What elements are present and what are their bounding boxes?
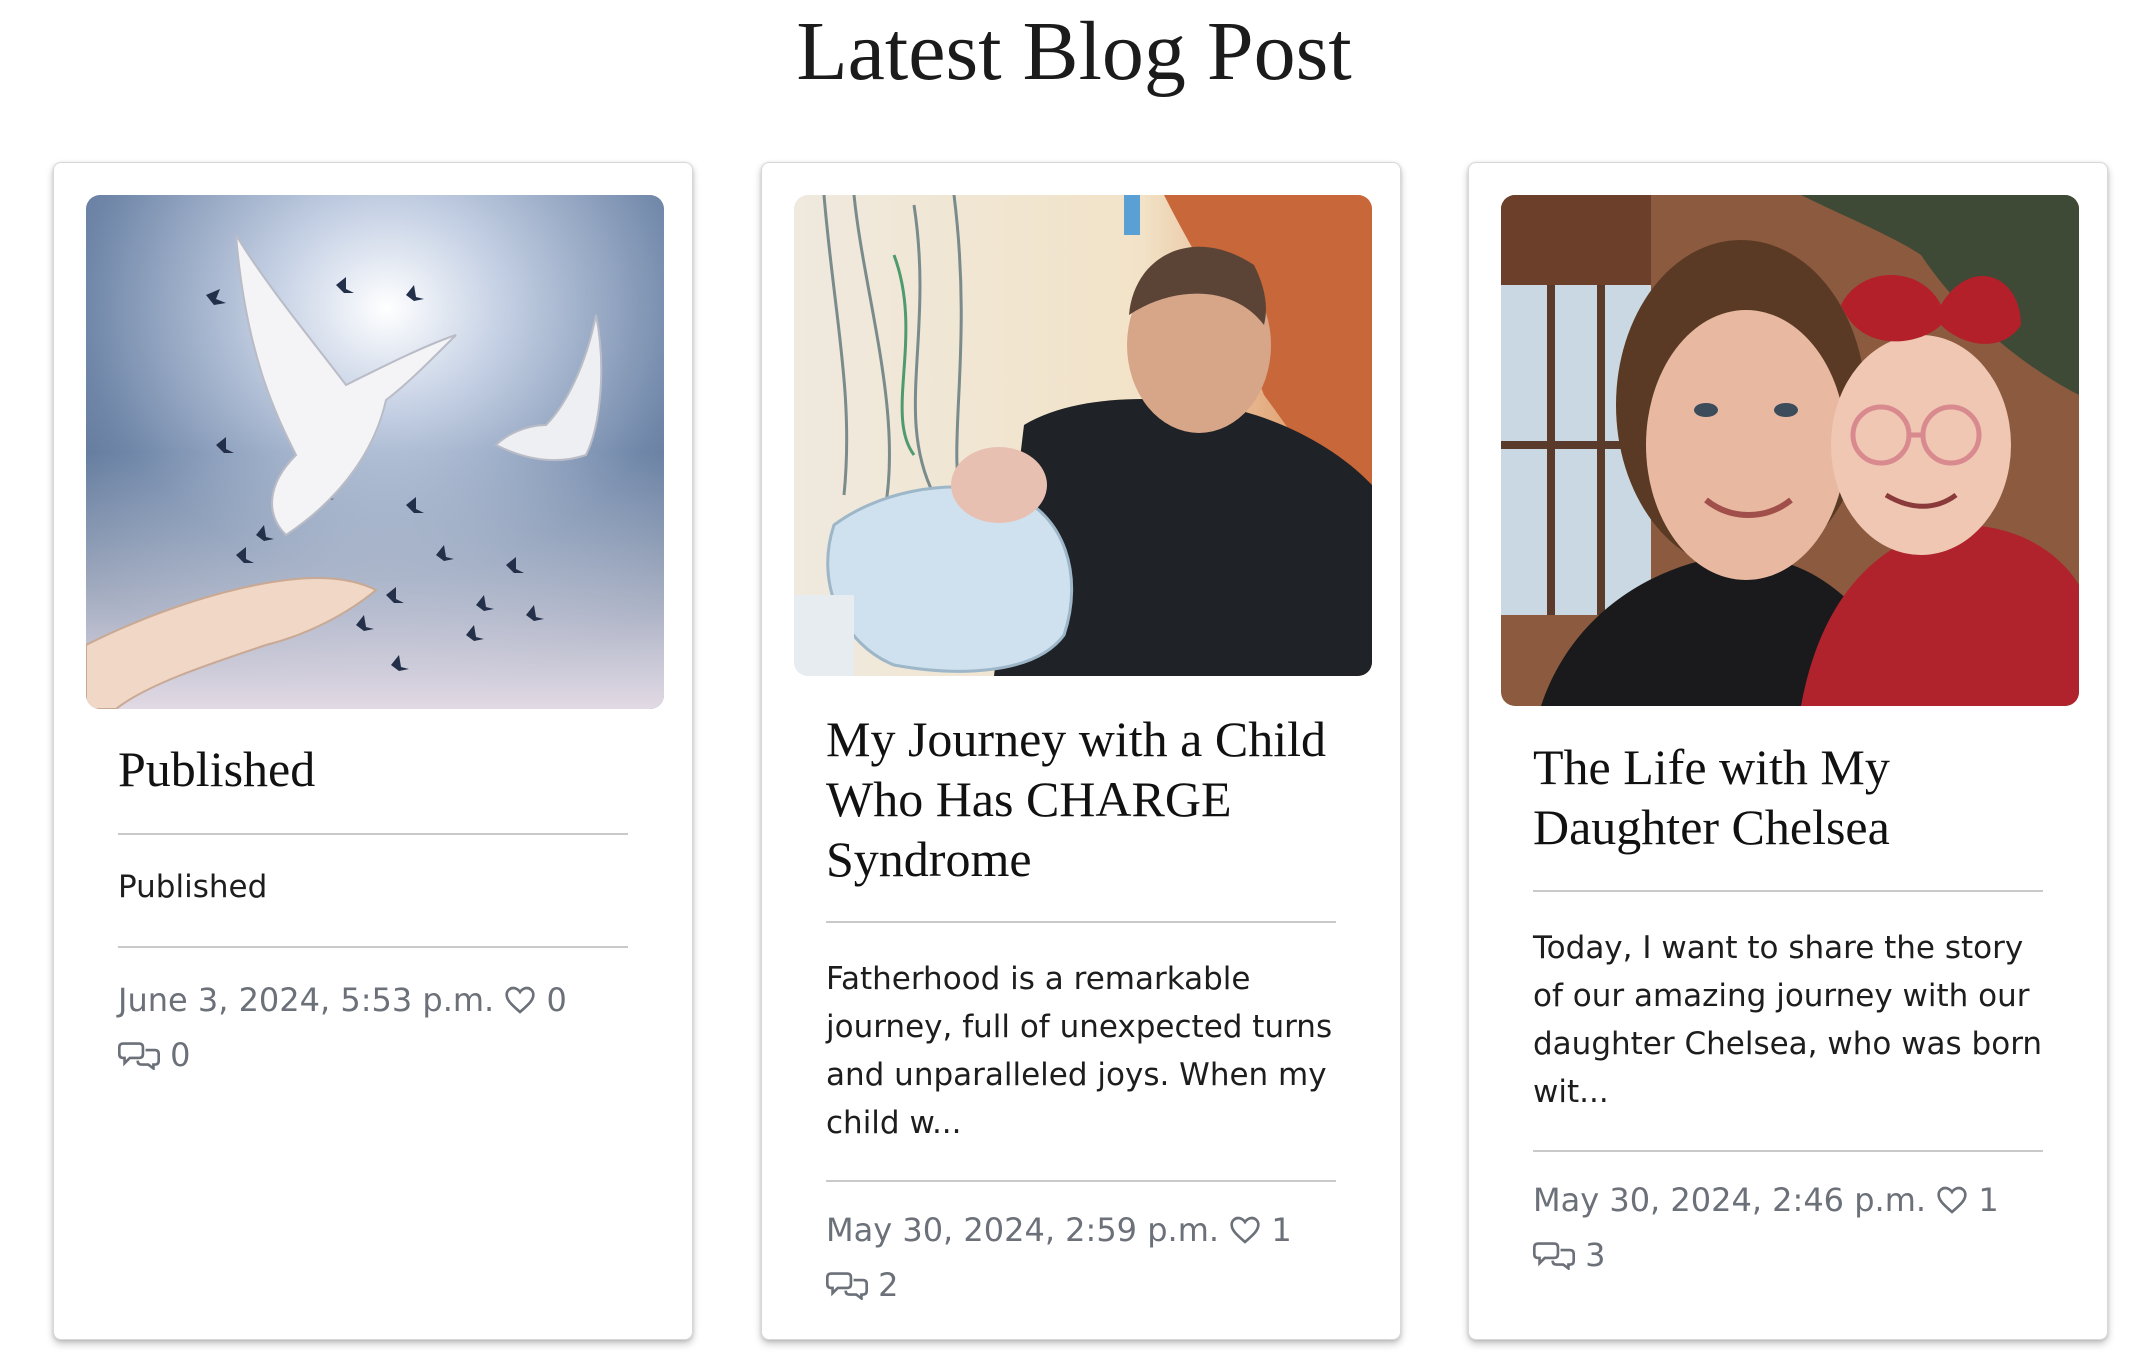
post-excerpt: Today, I want to share the story of our …	[1533, 930, 2043, 1110]
comment-count: 3	[1585, 1236, 1606, 1274]
post-title[interactable]: Published	[118, 739, 638, 799]
doves-photo	[86, 195, 664, 709]
comment-count: 2	[878, 1266, 899, 1304]
post-image[interactable]	[86, 195, 664, 709]
post-image[interactable]	[794, 195, 1372, 676]
heart-icon[interactable]	[1936, 1185, 1968, 1215]
mother-daughter-photo	[1501, 195, 2079, 706]
like-count: 0	[546, 981, 567, 1019]
divider	[826, 921, 1336, 923]
post-date: May 30, 2024, 2:59 p.m.	[826, 1211, 1220, 1249]
post-meta: June 3, 2024, 5:53 p.m. 0 0	[118, 973, 658, 1083]
heart-icon[interactable]	[504, 985, 536, 1015]
page-title: Latest Blog Post	[796, 5, 1352, 98]
post-excerpt: Published	[118, 869, 268, 905]
comment-icon[interactable]	[826, 1268, 868, 1300]
comment-icon[interactable]	[1533, 1238, 1575, 1270]
blog-post-card[interactable]: The Life with My Daughter Chelsea Today,…	[1468, 162, 2108, 1340]
comment-count: 0	[170, 1036, 191, 1074]
blog-post-card[interactable]: Published Published June 3, 2024, 5:53 p…	[53, 162, 693, 1340]
divider	[118, 946, 628, 948]
post-title[interactable]: The Life with My Daughter Chelsea	[1533, 737, 2053, 857]
blog-post-card[interactable]: My Journey with a Child Who Has CHARGE S…	[761, 162, 1401, 1340]
divider	[118, 833, 628, 835]
post-date: May 30, 2024, 2:46 p.m.	[1533, 1181, 1927, 1219]
father-baby-photo	[794, 195, 1372, 676]
divider	[1533, 890, 2043, 892]
post-meta: May 30, 2024, 2:59 p.m. 1 2	[826, 1203, 1366, 1313]
like-count: 1	[1271, 1211, 1292, 1249]
comment-icon[interactable]	[118, 1038, 160, 1070]
like-count: 1	[1978, 1181, 1999, 1219]
divider	[1533, 1150, 2043, 1152]
heart-icon[interactable]	[1229, 1215, 1261, 1245]
post-excerpt: Fatherhood is a remarkable journey, full…	[826, 961, 1333, 1141]
post-date: June 3, 2024, 5:53 p.m.	[118, 981, 495, 1019]
post-meta: May 30, 2024, 2:46 p.m. 1 3	[1533, 1173, 2073, 1283]
divider	[826, 1180, 1336, 1182]
post-title[interactable]: My Journey with a Child Who Has CHARGE S…	[826, 709, 1346, 889]
post-image[interactable]	[1501, 195, 2079, 706]
